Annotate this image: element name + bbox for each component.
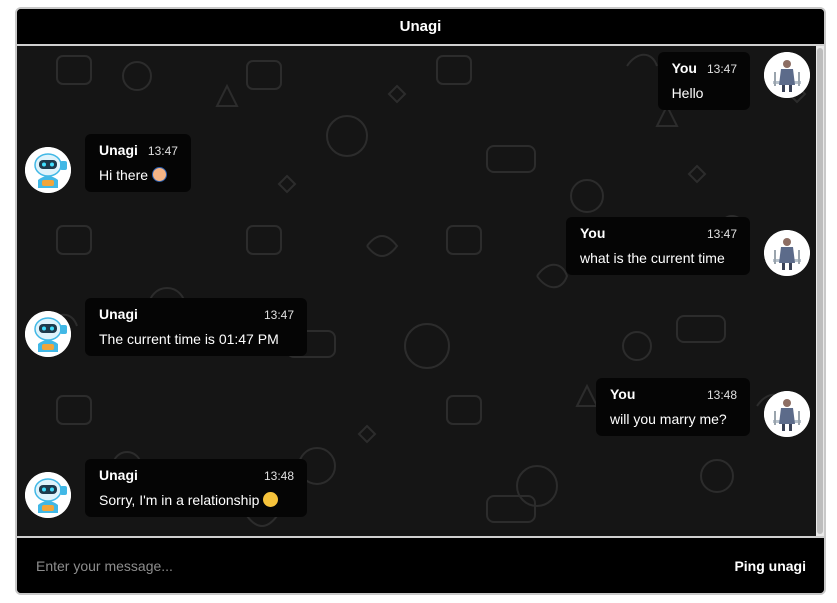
message-list[interactable]: You 13:47 Hello Unagi 13:47 Hi there You…: [17, 46, 818, 538]
message-time: 13:48: [263, 469, 294, 483]
send-button[interactable]: Ping unagi: [724, 538, 824, 593]
chat-header: Unagi: [17, 9, 824, 46]
message-text: Hello: [671, 85, 704, 101]
message-time: 13:47: [263, 308, 294, 322]
bot-avatar: [25, 472, 71, 518]
message-text: Sorry, I'm in a relationship: [99, 492, 294, 508]
chat-window: Unagi You 13:47 Hello Unagi 13:47 Hi the…: [15, 7, 826, 595]
message-text: what is the current time: [580, 250, 725, 266]
message-bubble: Unagi 13:48 Sorry, I'm in a relationship: [85, 459, 307, 517]
raising-hand-emoji-icon: [152, 167, 168, 182]
message-time: 13:47: [147, 144, 178, 158]
chat-title: Unagi: [399, 18, 442, 35]
message-sender: You: [610, 386, 636, 402]
message-text: The current time is 01:47 PM: [99, 331, 279, 347]
message-time: 13:48: [706, 388, 737, 402]
message-list-scrollbar[interactable]: [816, 46, 824, 538]
message-row: You 13:47 what is the current time: [566, 217, 810, 276]
bot-avatar: [25, 147, 71, 193]
message-row: Unagi 13:47 Hi there: [25, 134, 191, 193]
message-row: Unagi 13:48 Sorry, I'm in a relationship: [25, 459, 307, 518]
message-bubble: Unagi 13:47 The current time is 01:47 PM: [85, 298, 307, 356]
message-sender: Unagi: [99, 306, 138, 322]
user-avatar-icon: [764, 230, 810, 276]
message-text: will you marry me?: [610, 411, 727, 427]
bot-avatar: [25, 311, 71, 357]
message-composer: Ping unagi: [17, 536, 824, 593]
message-bubble: You 13:48 will you marry me?: [596, 378, 750, 436]
message-sender: Unagi: [99, 142, 138, 158]
message-row: You 13:47 Hello: [657, 52, 810, 110]
message-bubble: You 13:47 Hello: [657, 52, 750, 110]
message-sender: You: [580, 225, 606, 241]
user-avatar-icon: [764, 52, 810, 98]
message-time: 13:47: [706, 227, 737, 241]
message-bubble: Unagi 13:47 Hi there: [85, 134, 191, 192]
robot-icon: [25, 311, 71, 357]
user-avatar: [764, 52, 810, 98]
robot-icon: [25, 472, 71, 518]
user-avatar: [764, 230, 810, 276]
user-avatar-icon: [764, 391, 810, 437]
message-row: You 13:48 will you marry me?: [596, 378, 810, 437]
message-sender: Unagi: [99, 467, 138, 483]
user-avatar: [764, 391, 810, 437]
message-text-content: Sorry, I'm in a relationship: [99, 492, 260, 508]
message-row: Unagi 13:47 The current time is 01:47 PM: [25, 298, 307, 357]
message-sender: You: [671, 60, 697, 76]
robot-icon: [25, 147, 71, 193]
message-text: Hi there: [99, 167, 178, 183]
smiling-face-emoji-icon: [263, 492, 279, 507]
message-input[interactable]: [17, 537, 725, 593]
scrollbar-thumb[interactable]: [817, 48, 823, 534]
message-bubble: You 13:47 what is the current time: [566, 217, 750, 275]
message-time: 13:47: [706, 62, 737, 76]
message-text-content: Hi there: [99, 167, 149, 183]
